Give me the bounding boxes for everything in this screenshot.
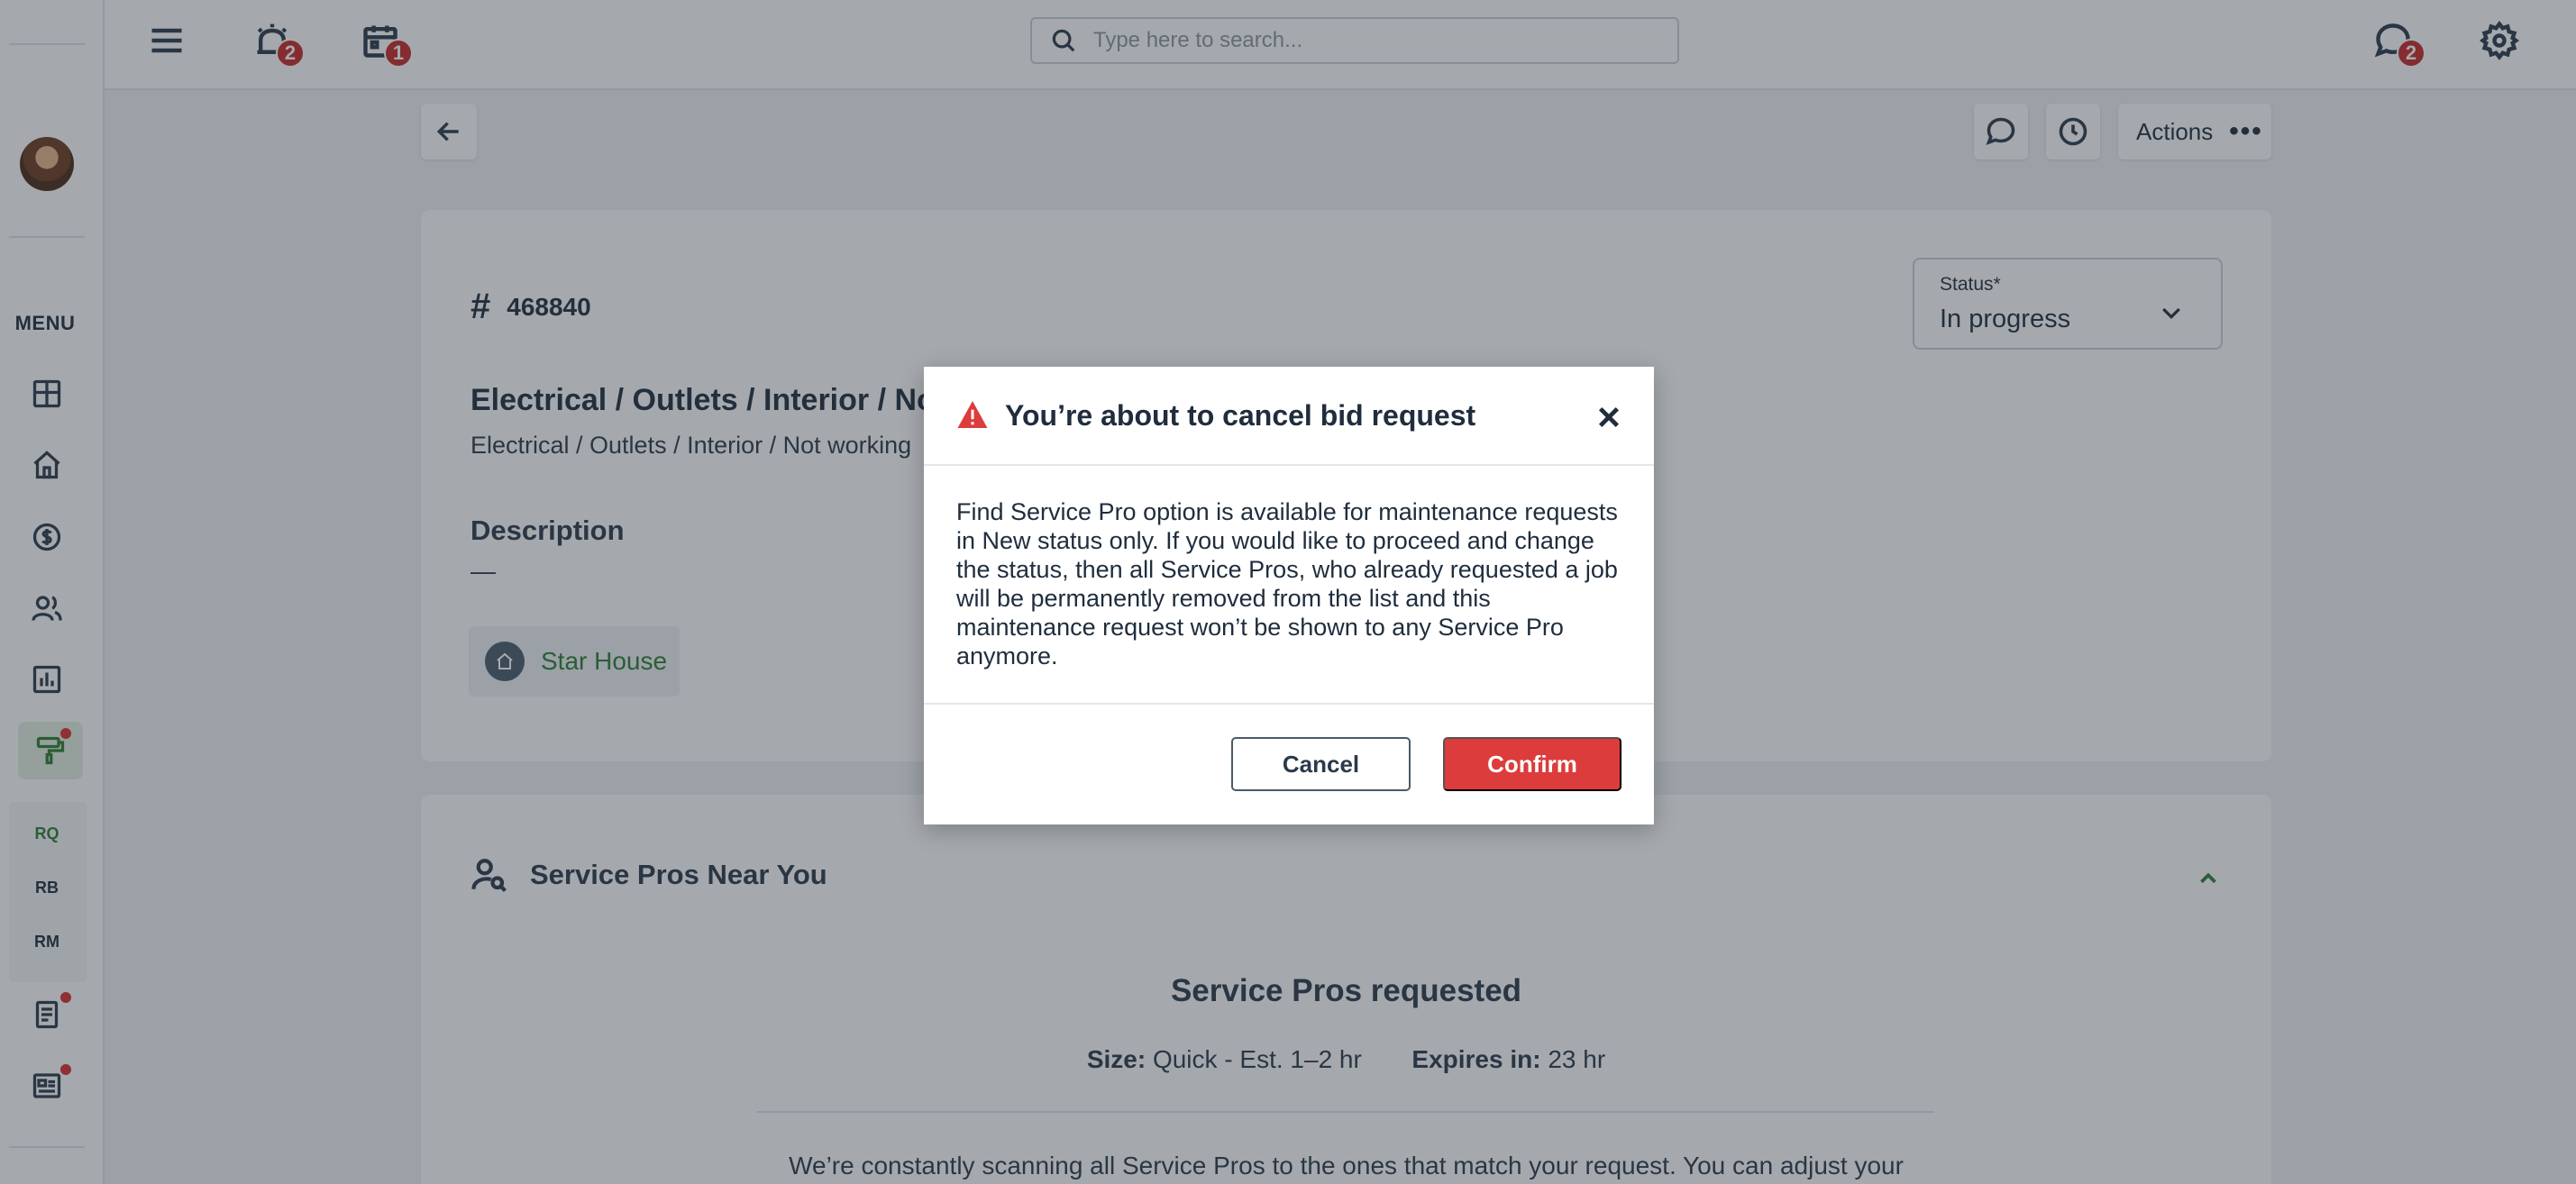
dialog-message: Find Service Pro option is available for… [956,498,1618,669]
dialog-divider [924,703,1654,705]
close-button[interactable] [1594,403,1623,432]
dialog-title: You’re about to cancel bid request [1005,399,1476,432]
close-icon [1598,406,1620,428]
cancel-button[interactable]: Cancel [1231,737,1411,791]
confirm-button[interactable]: Confirm [1443,737,1621,791]
cancel-bid-dialog: You’re about to cancel bid request Find … [924,367,1654,824]
warning-icon [957,401,988,428]
dialog-header: You’re about to cancel bid request [924,367,1654,466]
